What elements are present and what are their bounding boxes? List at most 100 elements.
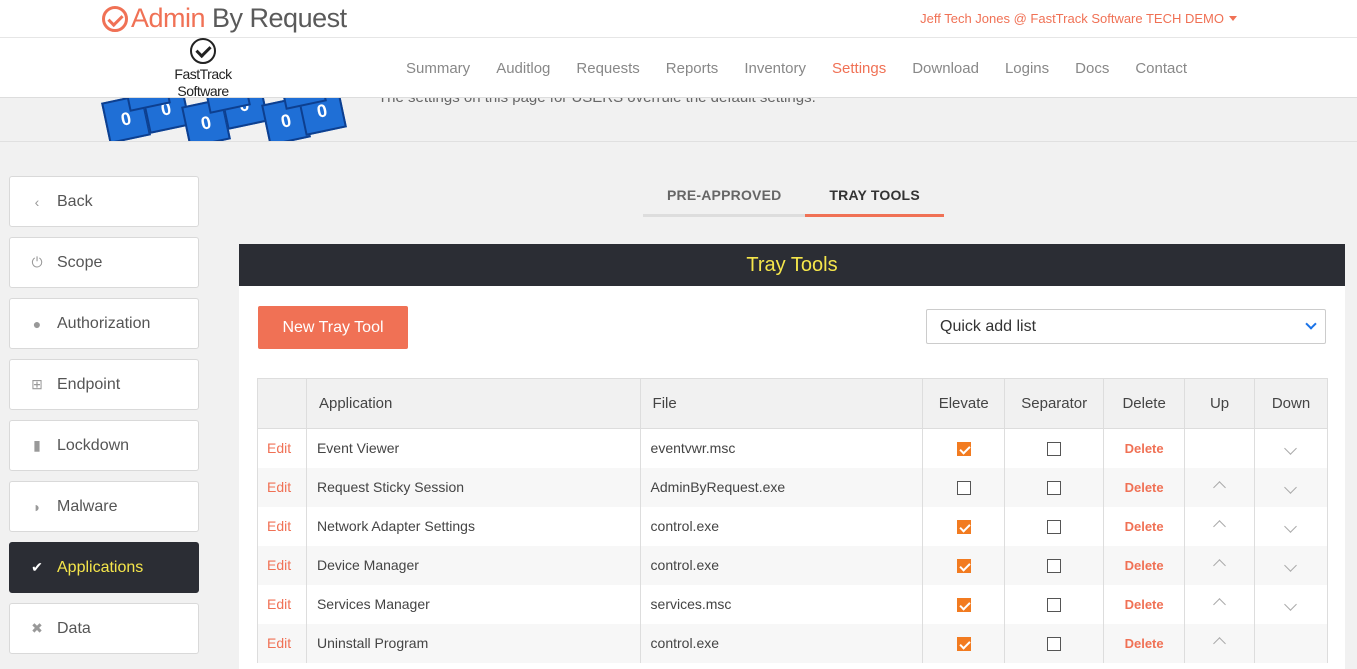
sidebar-item-data[interactable]: ✖ Data [9, 603, 199, 654]
delete-link[interactable]: Delete [1103, 623, 1186, 663]
delete-link[interactable]: Delete [1103, 428, 1186, 468]
main-nav: Summary Auditlog Requests Reports Inventory S… [393, 60, 1200, 77]
separator-cell [1004, 506, 1105, 546]
chevron-down-icon[interactable] [1284, 481, 1298, 494]
user-icon: ● [32, 315, 42, 332]
brand-name-part2: By Request [212, 3, 347, 33]
down-cell [1253, 428, 1329, 468]
elevate-checkbox[interactable] [956, 559, 971, 574]
check-circle-icon [102, 5, 128, 32]
app-logo[interactable]: Admin By Request [102, 3, 347, 34]
elevate-checkbox[interactable] [956, 637, 971, 652]
chevron-up-icon[interactable] [1213, 598, 1226, 611]
lock-icon: ▮ [33, 437, 41, 453]
user-name: Jeff Tech Jones @ FastTrack Software TEC… [920, 11, 1224, 26]
separator-checkbox[interactable] [1047, 520, 1062, 535]
nav-item-summary[interactable]: Summary [406, 60, 470, 77]
nav-item-inventory[interactable]: Inventory [744, 60, 806, 77]
delete-link[interactable]: Delete [1103, 506, 1186, 546]
table-row: Edit Uninstall Program control.exe Delete [257, 623, 1329, 663]
company-logo: FastTrack Software [166, 38, 240, 98]
sidebar-item-back[interactable]: ‹ Back [9, 176, 199, 227]
elevate-checkbox[interactable] [956, 520, 971, 535]
up-cell [1184, 545, 1255, 585]
user-menu[interactable]: Jeff Tech Jones @ FastTrack Software TEC… [920, 11, 1237, 26]
edit-link[interactable]: Edit [257, 584, 307, 624]
up-cell [1184, 428, 1255, 468]
sidebar-item-scope[interactable]: ⏻ Scope [9, 237, 199, 288]
nav-item-reports[interactable]: Reports [666, 60, 719, 77]
delete-link[interactable]: Delete [1103, 584, 1186, 624]
separator-cell [1004, 623, 1105, 663]
application-name: Network Adapter Settings [305, 506, 641, 546]
nav-item-auditlog[interactable]: Auditlog [496, 60, 550, 77]
chevron-down-icon[interactable] [1284, 598, 1298, 611]
delete-link[interactable]: Delete [1103, 545, 1186, 585]
banner-image: 000000000 [101, 98, 347, 141]
elevate-cell [922, 428, 1006, 468]
caret-down-icon [1229, 16, 1237, 21]
main-nav-bar: FastTrack Software Summary Auditlog Reques… [0, 38, 1357, 98]
settings-tabs: PRE-APPROVED TRAY TOOLS [643, 180, 944, 217]
chevron-left-icon: ‹ [34, 193, 40, 210]
separator-checkbox[interactable] [1047, 559, 1062, 574]
chevron-down-icon[interactable] [1284, 559, 1298, 572]
sidebar-item-lockdown[interactable]: ▮ Lockdown [9, 420, 199, 471]
brand-name-part1: Admin [131, 3, 206, 33]
separator-cell [1004, 428, 1105, 468]
nav-item-download[interactable]: Download [912, 60, 979, 77]
check-circle-icon: ✔ [31, 559, 43, 575]
file-name: control.exe [639, 623, 924, 663]
sidebar-item-label: Authorization [57, 314, 151, 332]
separator-checkbox[interactable] [1047, 637, 1062, 652]
user-x-icon: ✖ [31, 620, 43, 636]
chevron-down-icon[interactable] [1284, 520, 1298, 533]
table-row: Edit Request Sticky Session AdminByRequest… [257, 467, 1329, 507]
sidebar-item-label: Endpoint [57, 375, 121, 393]
nav-item-logins[interactable]: Logins [1005, 60, 1049, 77]
edit-link[interactable]: Edit [257, 545, 307, 585]
tab-tray-tools[interactable]: TRAY TOOLS [805, 180, 944, 217]
separator-checkbox[interactable] [1047, 442, 1062, 457]
column-header-edit [257, 378, 307, 429]
up-cell [1184, 623, 1255, 663]
delete-link[interactable]: Delete [1103, 467, 1186, 507]
application-name: Device Manager [305, 545, 641, 585]
column-header-file: File [639, 378, 924, 429]
sidebar-item-applications[interactable]: ✔ Applications [9, 542, 199, 593]
chevron-up-icon[interactable] [1213, 559, 1226, 572]
nav-item-settings[interactable]: Settings [832, 60, 886, 77]
nav-item-contact[interactable]: Contact [1135, 60, 1187, 77]
new-tray-tool-button[interactable]: New Tray Tool [258, 306, 408, 349]
sidebar-item-malware[interactable]: ◗ Malware [9, 481, 199, 532]
column-header-separator: Separator [1004, 378, 1105, 429]
chevron-down-icon[interactable] [1284, 442, 1298, 456]
panel-title: Tray Tools [239, 244, 1345, 286]
page-banner: 000000000 The settings on this page for … [0, 98, 1357, 142]
down-cell [1253, 506, 1329, 546]
separator-checkbox[interactable] [1047, 481, 1062, 496]
down-cell [1253, 545, 1329, 585]
elevate-checkbox[interactable] [956, 481, 971, 496]
edit-link[interactable]: Edit [257, 506, 307, 546]
separator-checkbox[interactable] [1047, 598, 1062, 613]
nav-item-requests[interactable]: Requests [576, 60, 639, 77]
nav-item-docs[interactable]: Docs [1075, 60, 1109, 77]
tab-pre-approved[interactable]: PRE-APPROVED [643, 180, 806, 217]
edit-link[interactable]: Edit [257, 467, 307, 507]
chevron-up-icon[interactable] [1213, 481, 1226, 494]
windows-icon: ⊞ [31, 376, 43, 392]
check-circle-icon [190, 38, 216, 64]
chevron-up-icon[interactable] [1213, 637, 1226, 650]
up-cell [1184, 467, 1255, 507]
elevate-checkbox[interactable] [956, 442, 971, 457]
sidebar-item-endpoint[interactable]: ⊞ Endpoint [9, 359, 199, 410]
edit-link[interactable]: Edit [257, 623, 307, 663]
quick-add-select[interactable]: Quick add list [926, 309, 1326, 344]
elevate-checkbox[interactable] [956, 598, 971, 613]
elevate-cell [922, 467, 1006, 507]
chevron-up-icon[interactable] [1213, 520, 1226, 533]
application-name: Event Viewer [305, 428, 641, 468]
sidebar-item-authorization[interactable]: ● Authorization [9, 298, 199, 349]
edit-link[interactable]: Edit [257, 428, 307, 468]
